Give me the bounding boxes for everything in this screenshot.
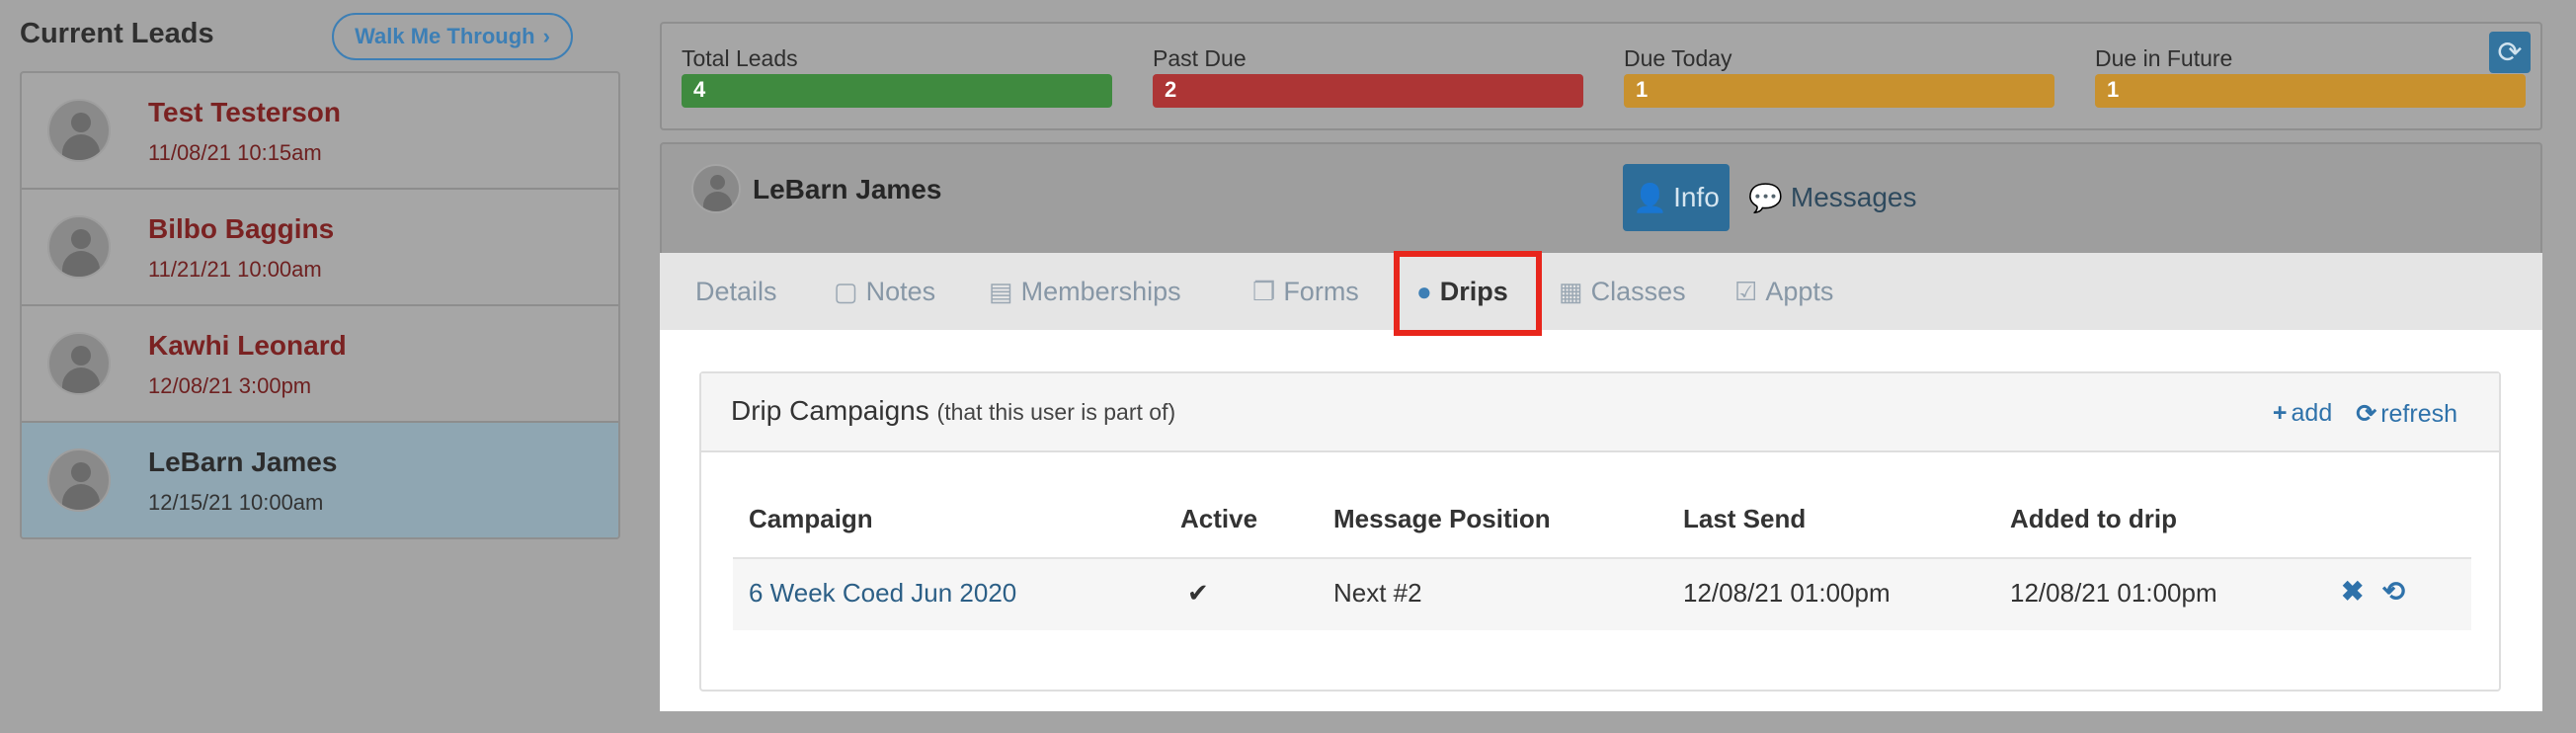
remove-icon[interactable]: ✖ (2341, 575, 2364, 608)
campaign-link[interactable]: 6 Week Coed Jun 2020 (749, 578, 1016, 609)
add-button[interactable]: + add (2273, 399, 2332, 429)
chevron-right-icon: › (542, 24, 550, 48)
walk-me-through-button[interactable]: Walk Me Through › (332, 13, 573, 60)
id-card-icon: ▤ (989, 276, 1013, 306)
tab-notes[interactable]: ▢ Notes (834, 253, 935, 330)
panel-subtitle: (that this user is part of) (936, 399, 1176, 425)
messages-button[interactable]: 💬 Messages (1748, 164, 1917, 231)
tab-label: Appts (1765, 276, 1834, 306)
avatar (47, 99, 111, 162)
user-icon: 👤 (1633, 182, 1668, 213)
stat-past-due[interactable]: Past Due 2 (1153, 45, 1583, 108)
stat-total-leads[interactable]: Total Leads 4 (682, 45, 1112, 108)
messages-label: Messages (1790, 182, 1917, 212)
lead-date: 12/08/21 3:00pm (148, 373, 312, 398)
tab-label: Forms (1283, 276, 1359, 306)
stat-label: Due in Future (2095, 45, 2233, 71)
profile-header: LeBarn James 👤 Info 💬 Messages (660, 142, 2542, 253)
comments-icon: 💬 (1748, 182, 1783, 213)
tab-memberships[interactable]: ▤ Memberships (989, 253, 1181, 330)
current-leads-title: Current Leads (20, 18, 214, 49)
tab-label: Details (695, 276, 777, 306)
info-button[interactable]: 👤 Info (1623, 164, 1730, 231)
stats-panel: Total Leads 4 Past Due 2 Due Today 1 Due… (660, 22, 2542, 130)
lead-name: Test Testerson (148, 97, 342, 127)
stat-label: Due Today (1624, 45, 1732, 71)
lead-date: 11/21/21 10:00am (148, 257, 322, 282)
tab-appts[interactable]: ☑ Appts (1734, 253, 1833, 330)
avatar (47, 215, 111, 279)
leads-list: Test Testerson 11/08/21 10:15am Bilbo Ba… (20, 71, 620, 539)
lead-item[interactable]: Bilbo Baggins 11/21/21 10:00am (22, 190, 618, 306)
column-header: Added to drip (2010, 504, 2177, 533)
lead-item[interactable]: Test Testerson 11/08/21 10:15am (22, 73, 618, 190)
avatar (691, 164, 741, 213)
add-label: add (2291, 399, 2333, 427)
panel-title: Drip Campaigns (that this user is part o… (731, 395, 1175, 427)
calendar-check-icon: ☑ (1734, 276, 1758, 306)
info-label: Info (1673, 182, 1720, 212)
refresh-stats-button[interactable]: ⟳ (2489, 32, 2531, 73)
drip-campaigns-table: Campaign Active Message Position Last Se… (733, 484, 2471, 630)
stat-bar: 1 (2095, 74, 2526, 108)
column-header: Campaign (749, 504, 873, 533)
column-header: Last Send (1683, 504, 1807, 533)
lead-date: 12/15/21 10:00am (148, 490, 324, 515)
refresh-icon: ⟳ (2497, 36, 2523, 69)
lead-name: Bilbo Baggins (148, 213, 335, 244)
refresh-button[interactable]: ⟳ refresh (2356, 399, 2457, 429)
tab-classes[interactable]: ▦ Classes (1559, 253, 1686, 330)
stat-bar: 4 (682, 74, 1112, 108)
last-send: 12/08/21 01:00pm (1683, 578, 1891, 608)
tab-content: Drip Campaigns (that this user is part o… (660, 330, 2542, 711)
avatar (47, 332, 111, 395)
refresh-label: refresh (2380, 400, 2457, 428)
stat-label: Past Due (1153, 45, 1247, 71)
stat-label: Total Leads (682, 45, 798, 71)
row-actions: ✖ ⟲ (2341, 575, 2405, 608)
added-to-drip: 12/08/21 01:00pm (2010, 578, 2217, 608)
plus-icon: + (2272, 399, 2288, 427)
reset-icon[interactable]: ⟲ (2381, 575, 2404, 608)
tab-forms[interactable]: ❐ Forms (1252, 253, 1359, 330)
lead-name: LeBarn James (148, 447, 338, 477)
note-icon: ▢ (834, 276, 858, 306)
profile-name: LeBarn James (753, 174, 942, 204)
stat-due-in-future[interactable]: Due in Future 1 (2095, 45, 2526, 108)
tab-details[interactable]: Details (695, 253, 777, 330)
drip-campaigns-panel: Drip Campaigns (that this user is part o… (699, 371, 2501, 692)
tabs-bar: Details ▢ Notes ▤ Memberships ❐ Forms ● … (660, 253, 2542, 330)
table-header: Campaign Active Message Position Last Se… (733, 484, 2471, 559)
stat-bar: 2 (1153, 74, 1583, 108)
column-header: Active (1180, 504, 1258, 533)
panel-header: Drip Campaigns (that this user is part o… (701, 373, 2499, 452)
stat-due-today[interactable]: Due Today 1 (1624, 45, 2054, 108)
panel-actions: + add ⟳ refresh (2273, 399, 2457, 429)
tab-label: Notes (865, 276, 936, 306)
column-header: Message Position (1333, 504, 1551, 533)
calendar-icon: ▦ (1559, 276, 1583, 306)
lead-item-selected[interactable]: LeBarn James 12/15/21 10:00am (22, 423, 618, 537)
tab-label: Classes (1590, 276, 1686, 306)
tab-label: Memberships (1020, 276, 1181, 306)
drips-tab-highlight (1394, 251, 1542, 336)
copy-icon: ❐ (1252, 276, 1276, 306)
table-row: 6 Week Coed Jun 2020 ✔ Next #2 12/08/21 … (733, 559, 2471, 630)
refresh-icon: ⟳ (2356, 400, 2377, 428)
check-icon: ✔ (1187, 578, 1209, 608)
lead-item[interactable]: Kawhi Leonard 12/08/21 3:00pm (22, 306, 618, 423)
message-position: Next #2 (1333, 578, 1422, 608)
walk-me-through-label: Walk Me Through (355, 24, 535, 48)
lead-name: Kawhi Leonard (148, 330, 347, 361)
lead-date: 11/08/21 10:15am (148, 140, 322, 165)
panel-title-text: Drip Campaigns (731, 395, 929, 426)
avatar (47, 448, 111, 512)
stat-bar: 1 (1624, 74, 2054, 108)
